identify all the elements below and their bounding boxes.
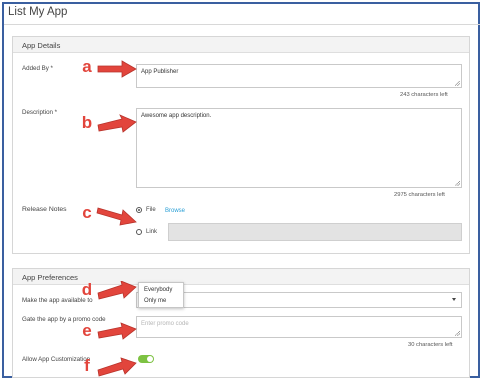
callout-letter: e — [82, 321, 92, 340]
release-notes-label: Release Notes — [22, 206, 67, 213]
title-divider — [4, 24, 480, 25]
option-everybody[interactable]: Everybody — [144, 287, 172, 293]
link-option-label: Link — [146, 229, 158, 235]
file-option-label: File — [146, 207, 156, 213]
callout-letter: a — [82, 57, 92, 76]
callout-c: c — [78, 204, 138, 226]
added-by-counter: 243 characters left — [400, 92, 448, 98]
promo-code-input[interactable]: Enter promo code — [136, 316, 462, 338]
release-notes-link-radio[interactable] — [136, 229, 142, 235]
customization-toggle[interactable] — [138, 355, 154, 363]
option-only-me[interactable]: Only me — [144, 298, 166, 304]
added-by-label: Added By * — [22, 65, 53, 72]
link-url-input[interactable] — [168, 223, 462, 241]
resize-grip-icon[interactable] — [455, 81, 460, 86]
callout-letter: b — [81, 113, 93, 132]
resize-grip-icon[interactable] — [455, 181, 460, 186]
callout-f: f — [78, 357, 138, 379]
app-details-header: App Details — [13, 37, 469, 53]
availability-dropdown: Everybody Only me — [138, 282, 184, 308]
callout-a: a — [78, 58, 138, 80]
added-by-input[interactable]: App Publisher — [136, 64, 462, 88]
promo-code-counter: 30 characters left — [408, 342, 453, 348]
description-counter: 2975 characters left — [394, 192, 445, 198]
chevron-down-icon — [452, 298, 456, 301]
description-label: Description * — [22, 109, 58, 116]
callout-d: d — [78, 281, 138, 303]
callout-e: e — [78, 322, 138, 344]
page-title: List My App — [8, 6, 68, 18]
description-textarea[interactable]: Awesome app description. — [136, 108, 462, 188]
callout-letter: d — [81, 280, 93, 299]
callout-letter: f — [84, 356, 90, 375]
availability-select[interactable] — [136, 292, 462, 308]
callout-b: b — [78, 114, 138, 136]
callout-letter: c — [82, 203, 92, 222]
resize-grip-icon[interactable] — [455, 331, 460, 336]
browse-link[interactable]: Browse — [165, 208, 185, 214]
toggle-knob — [147, 356, 153, 362]
